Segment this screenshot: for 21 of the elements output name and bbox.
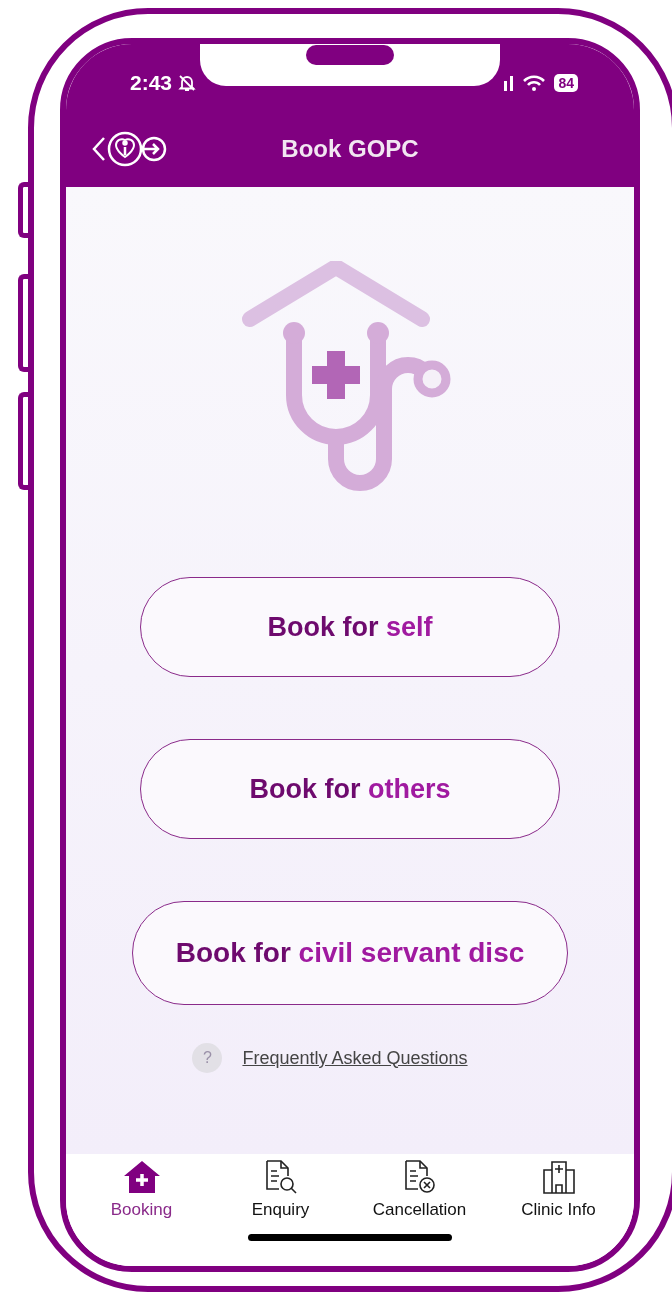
hospital-icon: [541, 1160, 576, 1194]
house-plus-icon: [122, 1160, 161, 1194]
faq-link[interactable]: Frequently Asked Questions: [242, 1047, 468, 1069]
screen-title: Book GOPC: [281, 134, 419, 163]
book-option-button[interactable]: Book for self: [140, 577, 560, 677]
book-option-button[interactable]: Book for others: [140, 739, 560, 839]
battery-level: 84: [554, 74, 578, 92]
document-cancel-icon: [402, 1160, 437, 1194]
tab-item[interactable]: Clinic Info: [493, 1160, 624, 1220]
back-icon[interactable]: [92, 135, 106, 162]
document-search-icon: [263, 1160, 298, 1194]
tab-item[interactable]: Cancellation: [354, 1160, 485, 1220]
tab-item[interactable]: Enquiry: [215, 1160, 346, 1220]
signal-icon: [504, 75, 515, 91]
status-time: 2:43: [130, 71, 173, 95]
logo-icon: [106, 129, 168, 168]
wifi-icon: [522, 74, 547, 92]
help-badge: ?: [192, 1043, 223, 1073]
muted-bell-icon: [178, 74, 197, 92]
book-option-button[interactable]: Book for civil servant disc: [132, 901, 568, 1005]
tab-item[interactable]: Booking: [76, 1160, 207, 1220]
